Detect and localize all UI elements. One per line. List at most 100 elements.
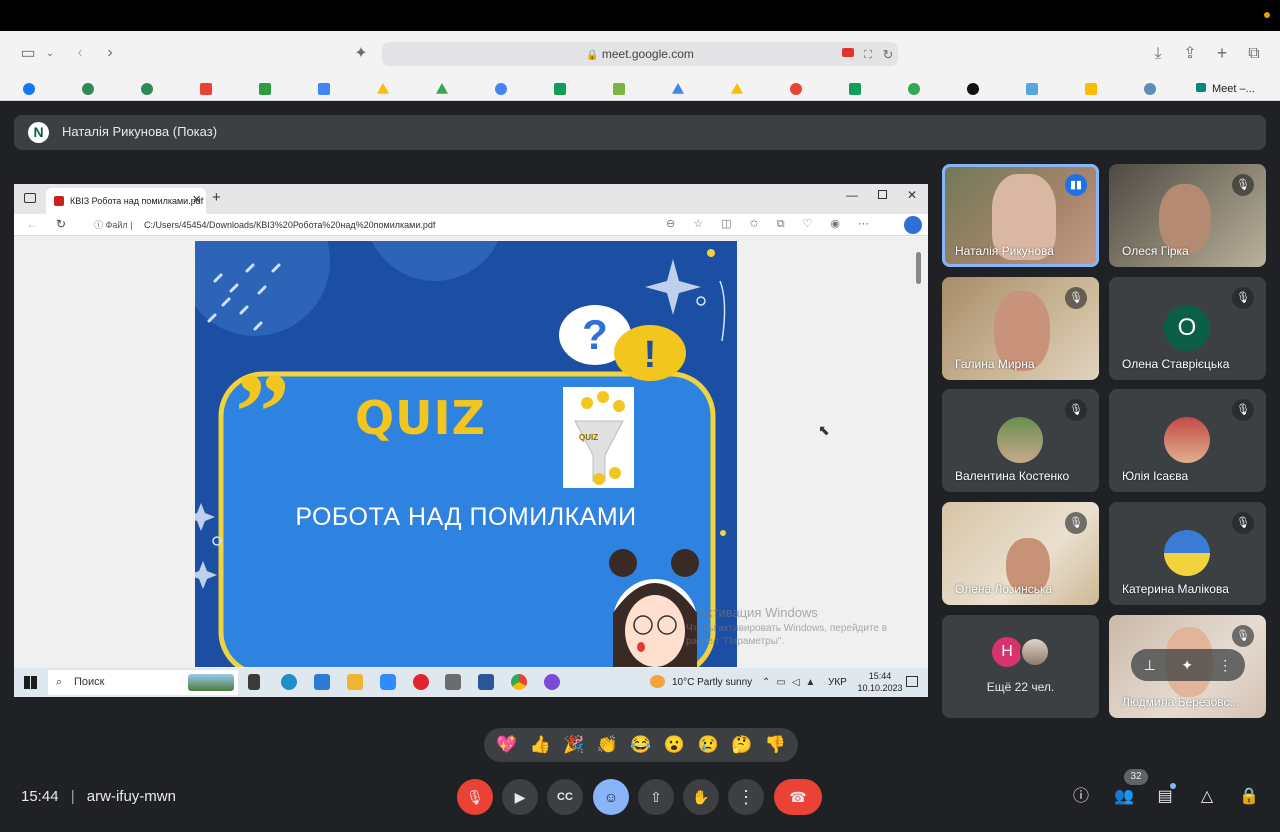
reload-icon[interactable]: ↻ — [880, 45, 896, 65]
participant-tile[interactable]: 🎙 ⊥ ✦ ⋮ Людмила Березовс... — [1109, 615, 1266, 718]
bookmark-google[interactable] — [472, 80, 530, 98]
reaction-laugh[interactable]: 😂 — [630, 735, 651, 755]
more-icon: ⋮ — [737, 787, 755, 807]
pdf-icon — [54, 196, 64, 206]
shield-icon — [141, 83, 153, 95]
participant-tile[interactable]: 🎙 Валентина Костенко — [942, 389, 1099, 492]
reaction-surprised[interactable]: 😮 — [664, 735, 685, 755]
new-tab-icon[interactable]: + — [1212, 43, 1232, 63]
people-button[interactable]: 👥 — [1112, 786, 1136, 808]
leave-call-button[interactable]: ☎ — [774, 779, 822, 815]
chevron-down-icon[interactable]: ⌄ — [44, 44, 56, 64]
more-options-icon[interactable]: ⋮ — [1218, 657, 1232, 674]
bookmark-classroom[interactable] — [236, 80, 294, 98]
presenter-avatar: N — [28, 122, 49, 143]
participant-name: Галина Мирна — [955, 357, 1035, 371]
participant-name: Олена Лозинська — [955, 582, 1053, 596]
bookmark-drive-2[interactable] — [413, 80, 471, 98]
bookmark-drive-3[interactable] — [649, 80, 707, 98]
pin-icon[interactable]: ⊥ — [1144, 657, 1156, 674]
camera-in-use-icon[interactable] — [842, 48, 854, 57]
slide-image-label: QUIZ — [579, 433, 599, 442]
bookmark-sheets-2[interactable] — [826, 80, 884, 98]
bookmark-site[interactable] — [1121, 80, 1179, 98]
more-avatar-photo — [1020, 637, 1050, 667]
pdf-scrollbar — [916, 252, 921, 284]
bookmark-drive-4[interactable] — [708, 80, 766, 98]
raise-hand-icon: ✋ — [692, 789, 710, 805]
bookmark-shield-2[interactable] — [118, 80, 176, 98]
raise-hand-button[interactable]: ✋ — [683, 779, 719, 815]
translate-icon[interactable]: ⛶ — [860, 45, 876, 65]
download-icon[interactable]: ⤓ — [1148, 44, 1168, 64]
present-button[interactable]: ⇧ — [638, 779, 674, 815]
share-icon[interactable]: ⇪ — [1180, 44, 1200, 64]
reaction-thinking[interactable]: 🤔 — [731, 735, 752, 755]
emoji-button[interactable]: ☺ — [593, 779, 629, 815]
bookmark-forms[interactable] — [1003, 80, 1061, 98]
reaction-party[interactable]: 🎉 — [563, 735, 584, 755]
participant-tile[interactable]: 🎙 Олена Лозинська — [942, 502, 1099, 605]
effects-icon[interactable]: ✦ — [1181, 657, 1193, 674]
tabs-icon[interactable]: ⧉ — [1244, 44, 1264, 64]
photos-icon — [1085, 83, 1097, 95]
maximize-icon — [878, 190, 887, 199]
activities-button[interactable]: △ — [1195, 786, 1219, 808]
bookmark-google-2[interactable] — [767, 80, 825, 98]
sidebar-icon[interactable]: ▭ — [18, 44, 38, 64]
bookmark-google-3[interactable] — [885, 80, 943, 98]
captions-button[interactable]: CC — [547, 779, 583, 815]
taskbar-lang: УКР — [828, 677, 847, 688]
address-bar[interactable]: 🔒 meet.google.com — [382, 42, 898, 66]
bookmark-facebook[interactable] — [0, 80, 58, 98]
windows-watermark-title: Активация Windows — [698, 605, 818, 620]
back-icon[interactable]: ‹ — [72, 43, 88, 63]
forward-icon[interactable]: › — [102, 43, 118, 63]
opera-icon — [413, 674, 429, 690]
more-options-button[interactable]: ⋮ — [728, 779, 764, 815]
reaction-sparkle-heart[interactable]: 💖 — [496, 735, 517, 755]
participant-tile[interactable]: 🎙 Юлія Ісаєва — [1109, 389, 1266, 492]
bookmark-drive[interactable] — [354, 80, 412, 98]
meet-icon — [1196, 83, 1206, 92]
participant-name: Олена Ставрієцька — [1122, 357, 1230, 371]
participant-tile[interactable]: 🎙 Катерина Малікова — [1109, 502, 1266, 605]
reaction-thumbs-up[interactable]: 👍 — [530, 735, 551, 755]
bookmark-sheets[interactable] — [531, 80, 589, 98]
more-participants-tile[interactable]: Н Ещё 22 чел. — [942, 615, 1099, 718]
participant-tile[interactable]: ▮▮ Наталія Рикунова — [942, 164, 1099, 267]
host-controls-button[interactable]: 🔒 — [1237, 786, 1261, 808]
info-button[interactable]: ⓘ — [1069, 786, 1093, 808]
bookmark-gmail[interactable] — [177, 80, 235, 98]
reaction-clap[interactable]: 👏 — [597, 735, 618, 755]
bookmark-slides[interactable] — [590, 80, 648, 98]
participant-name: Наталія Рикунова — [955, 244, 1054, 258]
sheets-icon — [554, 83, 566, 95]
recording-dot — [1264, 12, 1270, 18]
participant-tile[interactable]: 🎙 Галина Мирна — [942, 277, 1099, 380]
mic-off-icon: 🎙 — [1065, 287, 1087, 309]
camera-button[interactable]: ▶ — [502, 779, 538, 815]
meet-tab[interactable]: Meet –... — [1196, 80, 1255, 98]
facebook-icon — [23, 83, 35, 95]
bookmark-shield[interactable] — [59, 80, 117, 98]
extension-icon[interactable]: ✦ — [352, 44, 370, 64]
shield-icon — [82, 83, 94, 95]
edge-browser-icon — [281, 674, 297, 690]
mic-off-button[interactable]: 🎙 — [457, 779, 493, 815]
google-icon — [495, 83, 507, 95]
word-icon — [478, 674, 494, 690]
reaction-thumbs-down[interactable]: 👎 — [765, 735, 786, 755]
participant-avatar — [1164, 417, 1210, 463]
reaction-sad[interactable]: 😢 — [697, 735, 718, 755]
bookmark-photos[interactable] — [1062, 80, 1120, 98]
participant-tile[interactable]: 🎙 Олеся Гірка — [1109, 164, 1266, 267]
more-participants-label: Ещё 22 чел. — [986, 680, 1055, 694]
participant-tile[interactable]: О 🎙 Олена Ставрієцька — [1109, 277, 1266, 380]
bookmark-help[interactable] — [944, 80, 1002, 98]
weather-icon — [650, 675, 665, 688]
bookmark-docs[interactable] — [295, 80, 353, 98]
participant-avatar — [1164, 530, 1210, 576]
taskbar-weather: 10°C Partly sunny — [672, 677, 753, 688]
chat-button[interactable]: ▤ — [1153, 786, 1177, 808]
